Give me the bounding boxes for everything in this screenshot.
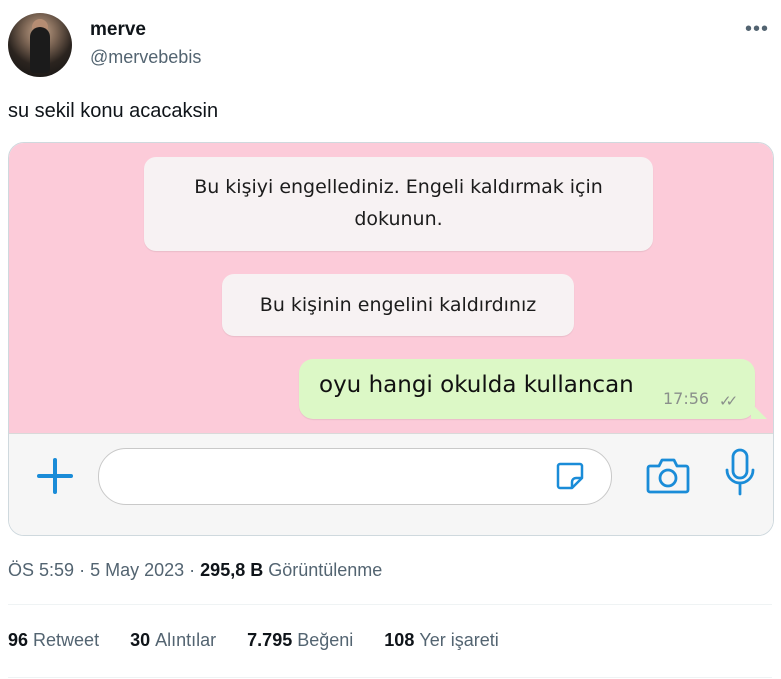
tweet-text: su sekil konu acacaksin — [8, 100, 219, 122]
retweets-label: Retweet — [33, 630, 100, 650]
read-receipt-icon: ✓✓ — [719, 393, 738, 410]
chat-input-bar — [9, 433, 773, 535]
divider — [8, 604, 772, 605]
likes-stat[interactable]: 7.795 Beğeni — [247, 630, 353, 651]
tweet-date[interactable]: 5 May 2023 — [90, 560, 184, 580]
message-timestamp: 17:56 — [663, 389, 710, 408]
quotes-label: Alıntılar — [155, 630, 217, 650]
quotes-stat[interactable]: 30 Alıntılar — [130, 630, 216, 651]
tweet-time[interactable]: ÖS 5:59 — [8, 560, 74, 580]
meta-separator-2: · — [189, 560, 196, 580]
likes-label: Beğeni — [297, 630, 354, 650]
views-count: 295,8 B — [200, 560, 264, 580]
blocked-notice-line-2: dokunun. — [354, 208, 443, 230]
camera-icon — [646, 458, 690, 494]
avatar[interactable] — [8, 13, 72, 77]
tweet-meta: ÖS 5:59 · 5 May 2023 · 295,8 B Görüntüle… — [8, 560, 382, 581]
bookmarks-label: Yer işareti — [419, 630, 499, 650]
bubble-tail — [751, 403, 767, 419]
bookmarks-stat[interactable]: 108 Yer işareti — [384, 630, 498, 651]
engagement-stats: 96 Retweet 30 Alıntılar 7.795 Beğeni 108 Yer… — [8, 630, 525, 651]
retweets-stat[interactable]: 96 Retweet — [8, 630, 99, 651]
plus-icon — [35, 456, 75, 496]
author-name[interactable]: merve — [90, 19, 146, 41]
blocked-notice-line-1: Bu kişiyi engellediniz. Engeli kaldırmak… — [194, 176, 603, 198]
microphone-icon — [725, 448, 755, 496]
message-input-field — [98, 448, 612, 505]
likes-count: 7.795 — [247, 630, 293, 650]
meta-separator: · — [79, 560, 86, 580]
retweets-count: 96 — [8, 630, 29, 650]
unblocked-notice-bubble: Bu kişinin engelini kaldırdınız — [222, 274, 574, 336]
quotes-count: 30 — [130, 630, 151, 650]
sticker-icon — [556, 462, 584, 490]
views-label: Görüntülenme — [268, 560, 383, 580]
bookmarks-count: 108 — [384, 630, 415, 650]
outgoing-message-bubble: oyu hangi okulda kullancan 17:56 ✓✓ — [299, 359, 767, 419]
chat-screenshot: Bu kişiyi engellediniz. Engeli kaldırmak… — [9, 143, 773, 433]
more-options-icon[interactable]: ••• — [745, 18, 769, 41]
outgoing-message-text: oyu hangi okulda kullancan — [319, 372, 634, 398]
blocked-notice-bubble: Bu kişiyi engellediniz. Engeli kaldırmak… — [144, 157, 653, 251]
author-handle[interactable]: @mervebebis — [90, 47, 201, 68]
divider-bottom — [8, 677, 772, 678]
tweet-media-image[interactable]: Bu kişiyi engellediniz. Engeli kaldırmak… — [8, 142, 774, 536]
avatar-figure — [30, 27, 50, 73]
